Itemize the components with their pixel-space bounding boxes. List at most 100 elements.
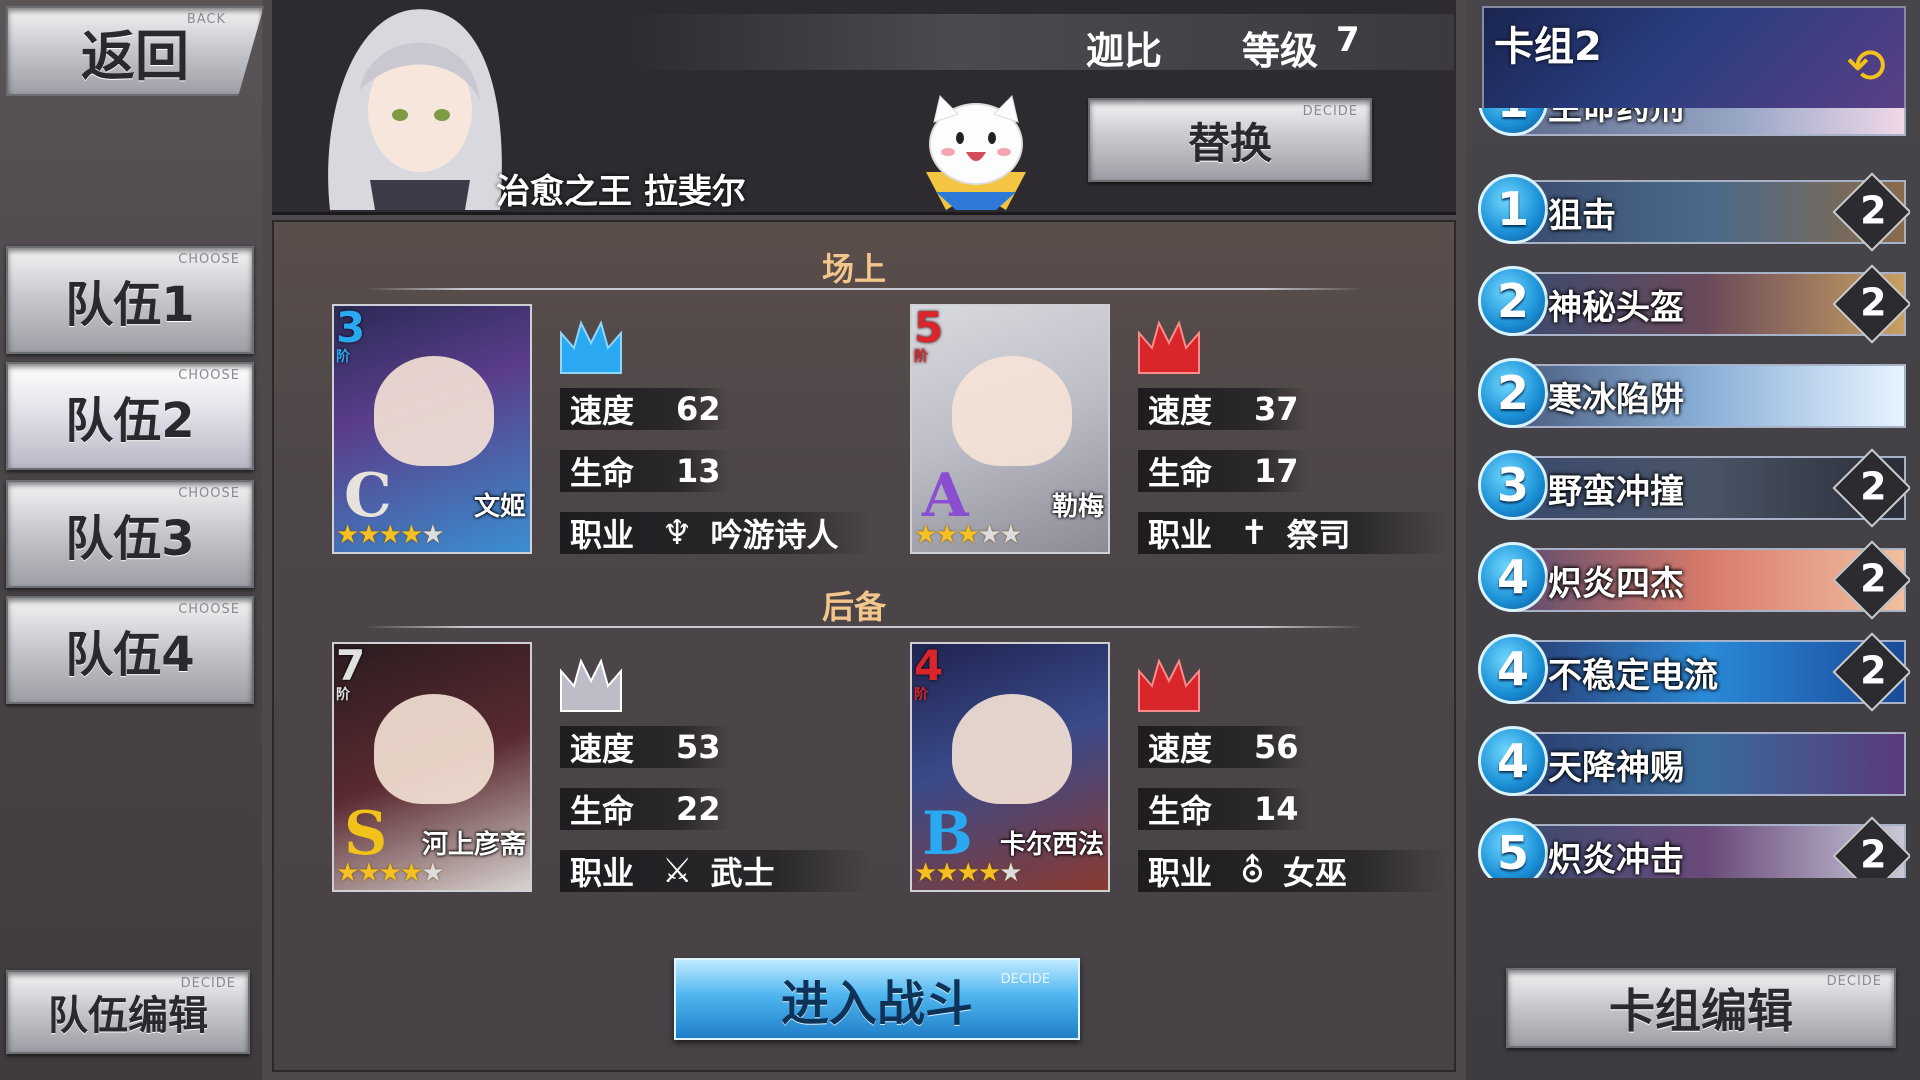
crown-icon [1138,320,1200,374]
deck-card-item[interactable]: 4 不稳定电流 2 [1478,632,1910,712]
character-card-calcifer[interactable]: 4阶 B 卡尔西法 ★★★★★ [910,642,1110,892]
class-value: 武士 [710,854,775,892]
speed-label: 速度 [1148,392,1213,430]
character-name: 卡尔西法 [999,830,1104,860]
leader-title: 治愈之王 拉斐尔 [496,172,746,212]
bard-icon: ♆ [662,513,693,553]
speed-label: 速度 [1148,730,1213,768]
team-4-button[interactable]: CHOOSE 队伍4 [6,596,254,704]
hp-row: 生命 22 [560,788,730,830]
speed-row: 速度 53 [560,726,730,768]
team-edit-tag: DECIDE [180,976,236,991]
hp-row: 生命 17 [1138,450,1308,492]
enter-battle-button[interactable]: DECIDE 进入战斗 [674,958,1080,1040]
hp-value: 14 [1254,790,1299,828]
replace-tag: DECIDE [1302,104,1358,119]
deck-header: 卡组2 ⟲ [1482,6,1906,114]
deck-card-item[interactable]: 1 狙击 2 [1478,172,1910,252]
deck-list[interactable]: 1 生命药剂 1 狙击 2 2 神秘头盔 2 2 寒冰陷阱 3 野蛮冲撞 2 4… [1478,108,1910,878]
character-face [374,356,494,466]
reserve-section-title: 后备 [821,588,886,626]
reserve-divider [366,626,1362,628]
field-section-title: 场上 [821,250,886,288]
field-divider [366,288,1362,290]
priest-icon: ✝ [1240,513,1269,553]
level-value: 7 [1336,20,1360,60]
header-strip [620,14,1454,70]
character-name: 文姬 [473,492,526,522]
class-row: 职业 ⚔ 武士 [560,850,870,892]
team-3-tag: CHOOSE [178,486,240,501]
character-face [374,694,494,804]
deck-title: 卡组2 [1494,24,1602,70]
cost-gem: 2 [1478,358,1548,428]
crown-icon [560,658,622,712]
character-grade: S [344,799,388,869]
speed-row: 速度 37 [1138,388,1308,430]
class-label: 职业 [1148,854,1213,892]
class-row: 职业 ⛢ 女巫 [1138,850,1448,892]
team-1-button[interactable]: CHOOSE 队伍1 [6,246,254,354]
hp-value: 13 [676,452,721,490]
deck-card-item[interactable]: 3 野蛮冲撞 2 [1478,448,1910,528]
character-card-wenji[interactable]: 3阶 C 文姬 ★★★★★ [332,304,532,554]
character-stars: ★★★★★ [336,858,445,888]
deck-card-name: 炽炎四杰 [1548,564,1684,604]
deck-card-item[interactable]: 2 寒冰陷阱 [1478,358,1908,432]
character-rank: 4阶 [914,642,944,703]
class-row: 职业 ✝ 祭司 [1138,512,1448,554]
hp-row: 生命 13 [560,450,730,492]
sword-icon: ⚔ [662,851,693,891]
character-card-lemei[interactable]: 5阶 A 勒梅 ★★★★★ [910,304,1110,554]
enter-battle-label: 进入战斗 [780,976,973,1032]
cost-gem: 1 [1478,174,1548,244]
team-3-label: 队伍3 [65,511,195,567]
speed-row: 速度 56 [1138,726,1308,768]
team-1-tag: CHOOSE [178,252,240,267]
character-stars: ★★★★★ [914,520,1023,550]
deck-card-name: 野蛮冲撞 [1548,472,1684,512]
class-value: 祭司 [1286,516,1351,554]
deck-card-name: 神秘头盔 [1548,288,1684,328]
class-row: 职业 ♆ 吟游诗人 [560,512,870,554]
character-rank: 5阶 [914,304,944,365]
deck-card-item[interactable]: 4 炽炎四杰 2 [1478,540,1910,620]
back-button-label: 返回 [81,24,189,88]
team-4-label: 队伍4 [65,627,195,683]
speed-label: 速度 [570,730,635,768]
back-button[interactable]: BACK 返回 [6,6,264,96]
speed-value: 53 [676,728,721,766]
character-rank: 3阶 [336,304,366,365]
player-name: 迦比 [1086,29,1163,73]
character-card-kawakami[interactable]: 7阶 S 河上彦斋 ★★★★★ [332,642,532,892]
deck-edit-tag: DECIDE [1826,974,1882,989]
mascot-icon [916,92,1036,210]
team-edit-button[interactable]: DECIDE 队伍编辑 [6,970,250,1054]
character-grade: C [344,461,392,531]
deck-card-item[interactable]: 5 炽炎冲击 2 [1478,816,1910,878]
character-grade: B [922,799,973,869]
team-2-button[interactable]: CHOOSE 队伍2 [6,362,254,470]
team-2-tag: CHOOSE [178,368,240,383]
deck-card-name: 寒冰陷阱 [1548,380,1684,420]
replace-button[interactable]: DECIDE 替换 [1088,98,1372,182]
level-label: 等级 [1242,29,1319,73]
deck-card-name: 生命药剂 [1548,108,1684,128]
deck-card-item[interactable]: 1 生命药剂 [1478,108,1908,140]
character-face [952,694,1072,804]
character-name: 勒梅 [1051,492,1104,522]
cost-gem: 2 [1478,266,1548,336]
deck-card-item[interactable]: 4 天降神赐 [1478,726,1908,800]
speed-value: 37 [1254,390,1299,428]
team-1-label: 队伍1 [65,277,195,333]
witch-hat-icon: ⛢ [1240,851,1265,891]
deck-edit-label: 卡组编辑 [1609,984,1793,1038]
character-rank: 7阶 [336,642,366,703]
class-label: 职业 [1148,516,1213,554]
deck-card-item[interactable]: 2 神秘头盔 2 [1478,264,1910,344]
hp-label: 生命 [1148,454,1213,492]
swap-deck-icon[interactable]: ⟲ [1846,38,1886,94]
back-button-tag: BACK [186,12,226,27]
team-3-button[interactable]: CHOOSE 队伍3 [6,480,254,588]
deck-edit-button[interactable]: DECIDE 卡组编辑 [1506,968,1896,1048]
